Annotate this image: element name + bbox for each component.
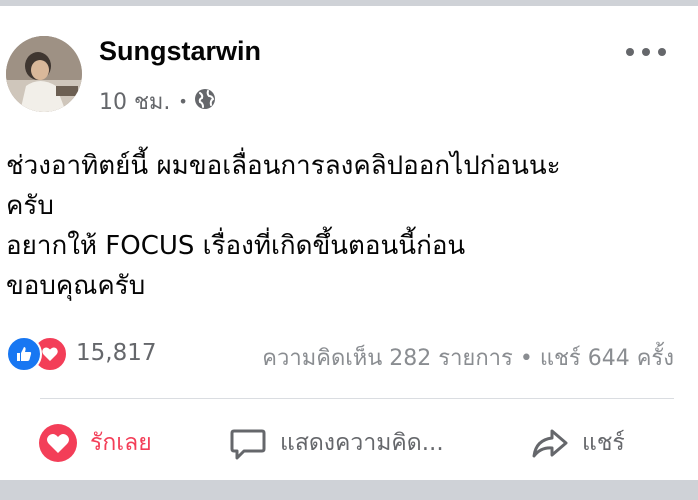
reaction-icons: [6, 336, 68, 372]
comment-count[interactable]: ความคิดเห็น 282 รายการ: [262, 346, 513, 371]
post-card: Sungstarwin 10 ชม. • ช่วงอาทิตย์นี้ ผมขอ…: [0, 6, 698, 480]
share-count[interactable]: แชร์ 644 ครั้ง: [540, 346, 674, 371]
post-text: ช่วงอาทิตย์นี้ ผมขอเลื่อนการลงคลิปออกไปก…: [6, 146, 686, 306]
post-text-line: อยากให้ FOCUS เรื่องที่เกิดขึ้นตอนนี้ก่อ…: [6, 231, 466, 261]
stats-separator: •: [519, 346, 533, 371]
divider: [40, 398, 674, 399]
comment-label: แสดงความคิด...: [280, 430, 444, 456]
avatar[interactable]: [6, 36, 82, 112]
more-options-button[interactable]: [626, 40, 666, 64]
author-name[interactable]: Sungstarwin: [99, 36, 261, 67]
comment-icon: [230, 429, 266, 460]
meta-separator: •: [178, 92, 188, 111]
post-text-line: ช่วงอาทิตย์นี้ ผมขอเลื่อนการลงคลิปออกไปก…: [6, 151, 561, 181]
more-dot: [658, 48, 666, 56]
share-icon: [532, 429, 568, 458]
share-label: แชร์: [582, 430, 625, 456]
comment-button[interactable]: แสดงความคิด...: [228, 420, 444, 466]
love-icon: [39, 424, 77, 462]
post-text-line: ขอบคุณครับ: [6, 271, 146, 301]
reactions-summary[interactable]: 15,817: [6, 336, 157, 372]
engagement-stats: ความคิดเห็น 282 รายการ • แชร์ 644 ครั้ง: [262, 340, 674, 375]
globe-icon: [194, 88, 216, 116]
post-text-line: ครับ: [6, 191, 54, 221]
post-meta: 10 ชม. •: [99, 84, 216, 119]
share-button[interactable]: แชร์: [530, 420, 625, 466]
reaction-count: 15,817: [76, 340, 157, 366]
post-time[interactable]: 10 ชม.: [99, 84, 170, 119]
more-dot: [626, 48, 634, 56]
like-icon: [6, 336, 42, 372]
love-reaction-label: รักเลย: [90, 430, 152, 456]
more-dot: [642, 48, 650, 56]
love-reaction-button[interactable]: รักเลย: [38, 420, 152, 466]
